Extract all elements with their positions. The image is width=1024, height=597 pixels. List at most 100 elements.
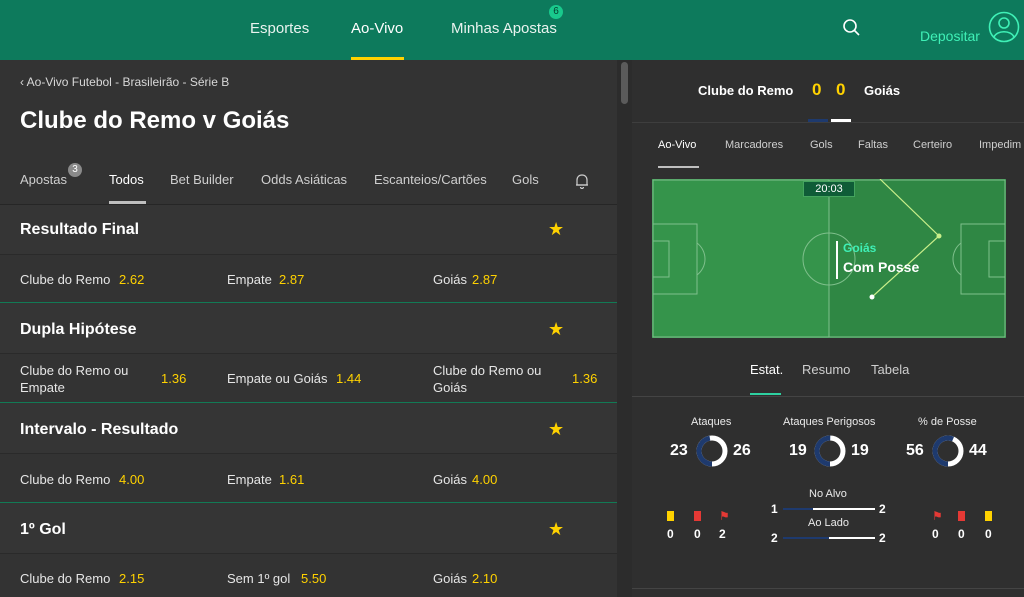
away-off-target: 2 (879, 531, 886, 545)
stats-divider (632, 396, 1024, 397)
match-tab-fouls[interactable]: Faltas (858, 139, 888, 151)
match-tab-active-indicator (658, 166, 699, 168)
home-yellow-cards: 0 (667, 527, 674, 541)
selection-odd[interactable]: 4.00 (119, 472, 144, 487)
nav-sports[interactable]: Esportes (250, 0, 309, 60)
selection-odd[interactable]: 1.61 (279, 472, 304, 487)
match-tab-live[interactable]: Ao-Vivo (658, 139, 696, 151)
event-title: Clube do Remo v Goiás (20, 107, 290, 134)
search-icon[interactable] (842, 18, 862, 43)
home-team-name: Clube do Remo (698, 83, 794, 98)
my-bets-count-badge: 6 (549, 5, 563, 19)
corner-flag-icon: ⚑ (719, 509, 730, 523)
star-icon[interactable]: ★ (548, 519, 564, 540)
attacks-donut (696, 435, 728, 467)
match-tab-scorers[interactable]: Marcadores (725, 139, 783, 151)
selection-name[interactable]: Clube do Remo ou (20, 363, 128, 378)
stat-label-attacks: Ataques (691, 416, 732, 428)
star-icon[interactable]: ★ (548, 319, 564, 340)
home-corners: 2 (719, 527, 726, 541)
tab-bet-builder[interactable]: Bet Builder (170, 172, 234, 187)
selection-name[interactable]: Empate (227, 272, 272, 287)
market-title: Dupla Hipótese (20, 321, 137, 338)
stat-away-dangerous: 19 (851, 442, 869, 459)
stats-tab-active-indicator (750, 393, 781, 395)
home-off-target: 2 (771, 531, 778, 545)
market-title: Intervalo - Resultado (20, 421, 179, 438)
selection-name[interactable]: Sem 1º gol (227, 571, 290, 586)
live-pitch: 20:03 (652, 178, 1006, 338)
selection-name-line2[interactable]: Goiás (433, 380, 467, 395)
home-on-target: 1 (771, 502, 778, 516)
nav-live-label: Ao-Vivo (351, 20, 404, 37)
stats-tab-stats[interactable]: Estat. (750, 362, 783, 377)
market-title: Resultado Final (20, 221, 140, 238)
possession-donut (932, 435, 964, 467)
stats-tab-summary[interactable]: Resumo (802, 362, 850, 377)
selection-odd[interactable]: 5.50 (301, 571, 326, 586)
match-clock: 20:03 (803, 181, 855, 197)
scrollbar-track[interactable] (617, 60, 632, 597)
breadcrumb[interactable]: ‹ Ao-Vivo Futebol - Brasileirão - Série … (20, 75, 229, 89)
selection-odd[interactable]: 2.10 (472, 571, 497, 586)
possession-bar (836, 241, 838, 279)
selection-name-line2[interactable]: Empate (20, 380, 65, 395)
selection-name[interactable]: Goiás (433, 472, 467, 487)
match-tab-goals[interactable]: Gols (810, 139, 833, 151)
selection-odd[interactable]: 1.36 (572, 371, 597, 386)
stat-label-on-target: No Alvo (809, 488, 847, 500)
selection-odd[interactable]: 1.36 (161, 371, 186, 386)
on-target-home-share (783, 508, 813, 510)
match-tab-offside[interactable]: Impedim (979, 139, 1021, 151)
home-score: 0 (812, 80, 822, 99)
stats-tab-table[interactable]: Tabela (871, 362, 909, 377)
breadcrumb-text: Ao-Vivo Futebol - Brasileirão - Série B (26, 75, 230, 89)
corner-flag-icon: ⚑ (932, 509, 943, 523)
yellow-card-icon (985, 511, 992, 521)
selection-name[interactable]: Clube do Remo (20, 571, 110, 586)
possession-status: Com Posse (843, 259, 920, 275)
on-target-bar (783, 508, 875, 510)
dangerous-donut (814, 435, 846, 467)
stat-home-possession: 56 (906, 442, 924, 459)
market-header[interactable] (0, 503, 617, 553)
selection-odd[interactable]: 2.87 (279, 272, 304, 287)
tab-escanteios-cartoes[interactable]: Escanteios/Cartões (374, 172, 487, 187)
selection-name[interactable]: Clube do Remo (20, 472, 110, 487)
match-tab-on-target[interactable]: Certeiro (913, 139, 952, 151)
selection-name[interactable]: Clube do Remo ou (433, 363, 541, 378)
selection-name[interactable]: Clube do Remo (20, 272, 110, 287)
nav-my-bets[interactable]: Minhas Apostas (451, 0, 557, 60)
selection-name[interactable]: Empate ou Goiás (227, 371, 327, 386)
bell-icon[interactable] (575, 173, 589, 194)
selection-odd[interactable]: 2.15 (119, 571, 144, 586)
user-circle-icon[interactable] (988, 11, 1020, 48)
away-red-cards: 0 (958, 527, 965, 541)
stat-label-off-target: Ao Lado (808, 517, 849, 529)
scrollbar-thumb[interactable] (621, 62, 628, 104)
nav-live[interactable]: Ao-Vivo (351, 0, 404, 60)
possession-team: Goiás (843, 241, 877, 255)
off-target-home-share (783, 537, 829, 539)
star-icon[interactable]: ★ (548, 219, 564, 240)
stats-bottom-divider (632, 588, 1024, 589)
selection-name[interactable]: Goiás (433, 571, 467, 586)
tab-apostas[interactable]: Apostas (20, 172, 67, 187)
selection-name[interactable]: Goiás (433, 272, 467, 287)
selection-odd[interactable]: 2.62 (119, 272, 144, 287)
selection-name[interactable]: Empate (227, 472, 272, 487)
star-icon[interactable]: ★ (548, 419, 564, 440)
red-card-icon (958, 511, 965, 521)
stat-home-dangerous: 19 (789, 442, 807, 459)
selection-odd[interactable]: 2.87 (472, 272, 497, 287)
stat-label-dangerous: Ataques Perigosos (783, 416, 876, 428)
tab-todos[interactable]: Todos (109, 172, 144, 187)
selection-odd[interactable]: 4.00 (472, 472, 497, 487)
tab-gols[interactable]: Gols (512, 172, 539, 187)
possession-indicator: Goiás Com Posse (836, 241, 920, 279)
off-target-bar (783, 537, 875, 539)
tab-odds-asiaticas[interactable]: Odds Asiáticas (261, 172, 347, 187)
selection-odd[interactable]: 1.44 (336, 371, 361, 386)
stat-label-possession: % de Posse (918, 416, 977, 428)
away-on-target: 2 (879, 502, 886, 516)
